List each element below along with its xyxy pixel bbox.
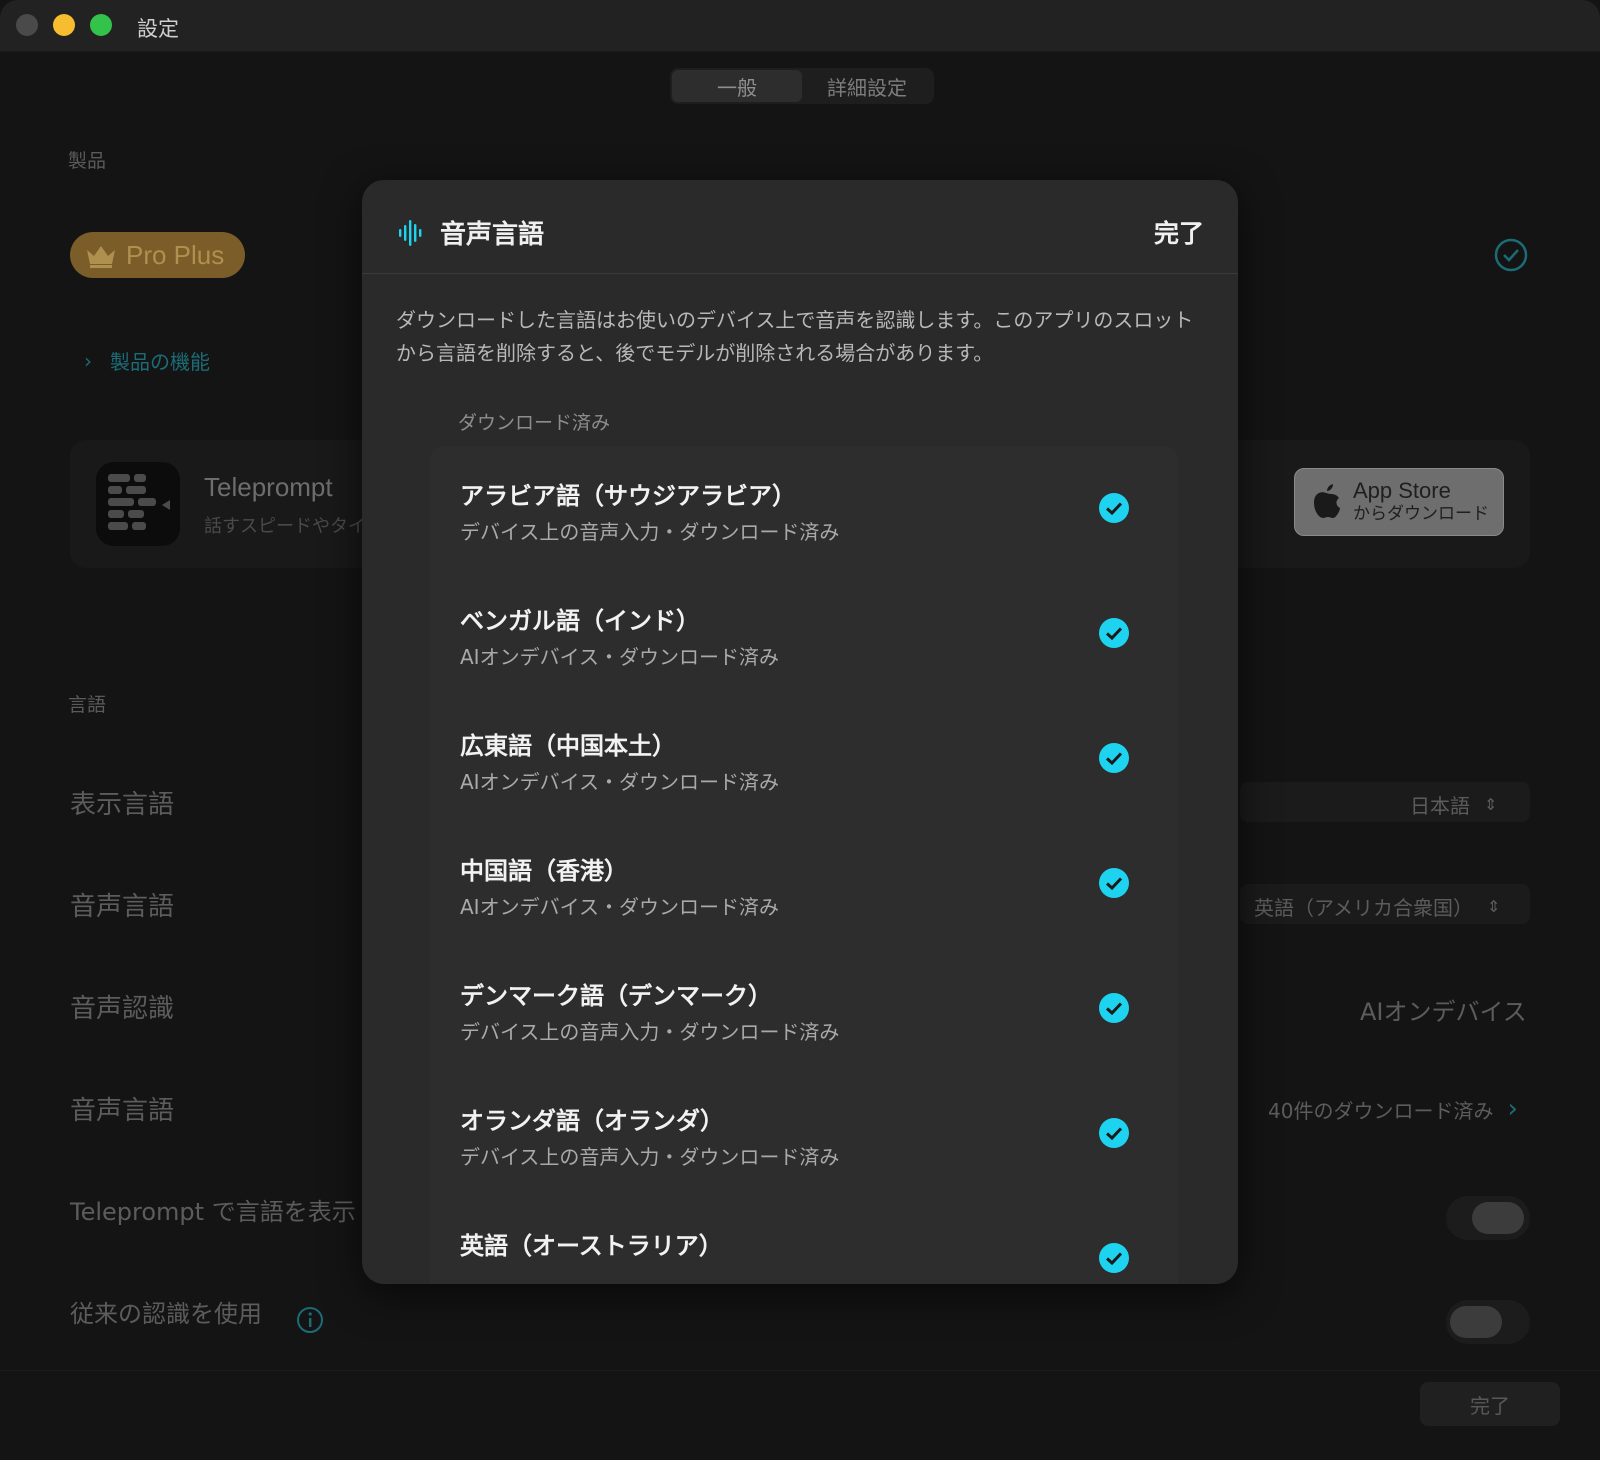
updown-chevron-icon: ⇕: [1487, 897, 1501, 916]
checkmark-filled-icon: [1099, 1243, 1129, 1273]
speech-languages-link[interactable]: 40件のダウンロード済み ›: [1268, 1094, 1518, 1124]
tab-segmented-control: 一般 詳細設定: [670, 68, 934, 104]
waveform-icon: [399, 220, 422, 246]
crown-icon: [87, 246, 115, 268]
chevron-right-icon: ›: [84, 348, 92, 373]
checkmark-filled-icon: [1099, 868, 1129, 898]
sheet-header: 音声言語 完了: [362, 180, 1238, 274]
language-row-cantonese[interactable]: 広東語（中国本土） AIオンデバイス・ダウンロード済み: [430, 696, 1178, 821]
language-section-label: 言語: [68, 694, 107, 716]
language-name: 英語（オーストラリア）: [460, 1232, 723, 1260]
downloaded-language-list: アラビア語（サウジアラビア） デバイス上の音声入力・ダウンロード済み ベンガル語…: [430, 446, 1178, 1284]
display-language-label: 表示言語: [70, 790, 175, 820]
legacy-recognition-label: 従来の認識を使用: [70, 1300, 262, 1328]
tab-advanced[interactable]: 詳細設定: [802, 70, 932, 102]
language-status: AIオンデバイス・ダウンロード済み: [460, 895, 779, 919]
minimize-window-button[interactable]: [53, 14, 75, 36]
language-status: デバイス上の音声入力・ダウンロード済み: [460, 1145, 840, 1169]
speech-language-value-wrap: 英語（アメリカ合衆国） ⇕: [1254, 892, 1500, 921]
language-row-dutch[interactable]: オランダ語（オランダ） デバイス上の音声入力・ダウンロード済み: [430, 1071, 1178, 1196]
speech-language-sheet: 音声言語 完了 ダウンロードした言語はお使いのデバイス上で音声を認識します。この…: [362, 180, 1238, 1284]
updown-chevron-icon: ⇕: [1484, 795, 1498, 814]
app-store-download-button[interactable]: App Store からダウンロード: [1294, 468, 1504, 536]
language-name: 広東語（中国本土）: [460, 732, 676, 760]
speech-recognition-label: 音声認識: [70, 994, 175, 1024]
speech-recognition-value[interactable]: AIオンデバイス: [1360, 992, 1527, 1027]
footer-divider: [0, 1370, 1600, 1371]
app-name: Teleprompt: [204, 472, 333, 502]
title-bar: 設定: [0, 0, 1600, 52]
tab-general[interactable]: 一般: [672, 70, 802, 102]
footer-done-button[interactable]: 完了: [1420, 1382, 1560, 1426]
language-name: オランダ語（オランダ）: [460, 1107, 724, 1135]
language-status: デバイス上の音声入力・ダウンロード済み: [460, 520, 840, 544]
display-language-value: 日本語: [1410, 794, 1470, 818]
language-row-chinese-hk[interactable]: 中国語（香港） AIオンデバイス・ダウンロード済み: [430, 821, 1178, 946]
speech-languages-label: 音声言語: [70, 1096, 175, 1126]
check-circle-icon: [1494, 238, 1528, 272]
pro-plus-badge: Pro Plus: [70, 232, 245, 278]
checkmark-filled-icon: [1099, 993, 1129, 1023]
language-name: ベンガル語（インド）: [460, 607, 700, 635]
sheet-description: ダウンロードした言語はお使いのデバイス上で音声を認識します。このアプリのスロット…: [396, 308, 1194, 365]
maximize-window-button[interactable]: [90, 14, 112, 36]
info-icon[interactable]: [296, 1306, 324, 1334]
product-section-label: 製品: [68, 150, 107, 172]
chevron-right-icon: ›: [1507, 1094, 1518, 1124]
display-language-value-wrap: 日本語 ⇕: [1410, 790, 1497, 819]
download-label: からダウンロード: [1353, 504, 1489, 524]
language-row-danish[interactable]: デンマーク語（デンマーク） デバイス上の音声入力・ダウンロード済み: [430, 946, 1178, 1071]
pro-plus-label: Pro Plus: [126, 239, 225, 270]
product-features-label: 製品の機能: [110, 350, 210, 374]
show-language-toggle[interactable]: [1446, 1196, 1530, 1240]
language-name: 中国語（香港）: [460, 857, 628, 885]
downloaded-count: 40件のダウンロード済み: [1268, 1098, 1494, 1123]
language-name: アラビア語（サウジアラビア）: [460, 482, 796, 510]
close-window-button[interactable]: [16, 14, 38, 36]
apple-logo-icon: [1314, 484, 1340, 518]
language-status: AIオンデバイス・ダウンロード済み: [460, 645, 779, 669]
settings-window: 設定 一般 詳細設定 製品 Pro Plus › 製品の機能 Telepromp…: [0, 0, 1600, 1460]
speech-language-value: 英語（アメリカ合衆国）: [1254, 896, 1473, 920]
app-subtitle: 話すスピードやタイ: [204, 516, 366, 537]
product-features-link[interactable]: › 製品の機能: [84, 346, 210, 375]
legacy-recognition-toggle[interactable]: [1446, 1300, 1530, 1344]
show-language-label: Teleprompt で言語を表示: [70, 1198, 356, 1226]
checkmark-filled-icon: [1099, 493, 1129, 523]
language-status: デバイス上の音声入力・ダウンロード済み: [460, 1020, 840, 1044]
sheet-done-button[interactable]: 完了: [1154, 214, 1204, 250]
window-title: 設定: [137, 17, 179, 41]
checkmark-filled-icon: [1099, 618, 1129, 648]
checkmark-filled-icon: [1099, 743, 1129, 773]
sheet-title: 音声言語: [440, 220, 545, 250]
teleprompter-app-icon: [96, 462, 180, 546]
language-name: デンマーク語（デンマーク）: [460, 982, 772, 1010]
language-status: AIオンデバイス・ダウンロード済み: [460, 770, 779, 794]
downloaded-list-header: ダウンロード済み: [458, 412, 611, 434]
checkmark-filled-icon: [1099, 1118, 1129, 1148]
speech-language-label: 音声言語: [70, 892, 175, 922]
language-row-bengali[interactable]: ベンガル語（インド） AIオンデバイス・ダウンロード済み: [430, 571, 1178, 696]
language-row-arabic[interactable]: アラビア語（サウジアラビア） デバイス上の音声入力・ダウンロード済み: [430, 446, 1178, 571]
app-store-label: App Store: [1353, 478, 1451, 503]
language-row-english-au[interactable]: 英語（オーストラリア）: [430, 1196, 1178, 1284]
